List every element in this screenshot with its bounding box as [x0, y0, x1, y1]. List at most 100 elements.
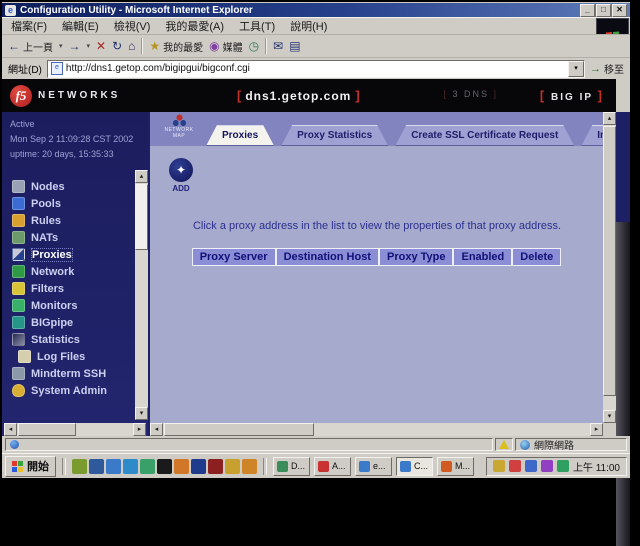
sidebar-item-network[interactable]: Network — [12, 265, 107, 278]
menu-view[interactable]: 檢視(V) — [114, 18, 151, 34]
tray-icon-1[interactable] — [493, 460, 505, 472]
quicklaunch-icon-4[interactable] — [123, 459, 138, 474]
task-button-5[interactable]: M... — [437, 457, 474, 476]
address-input[interactable] — [66, 63, 565, 74]
system-status: Active Mon Sep 2 11:09:28 CST 2002 uptim… — [10, 117, 133, 162]
tray-icon-5[interactable] — [557, 460, 569, 472]
sidebar-item-system-admin[interactable]: System Admin — [12, 384, 107, 397]
scrollbar-thumb[interactable] — [18, 423, 76, 436]
stop-button[interactable]: ✕ — [96, 40, 106, 52]
tab-proxy-statistics[interactable]: Proxy Statistics — [281, 125, 388, 146]
scroll-right-icon[interactable]: ▸ — [133, 423, 146, 436]
menu-tools[interactable]: 工具(T) — [239, 18, 275, 34]
sidebar-item-pools[interactable]: Pools — [12, 197, 107, 210]
scrollbar-thumb[interactable] — [603, 126, 616, 396]
back-icon: ← — [8, 40, 20, 52]
sidebar-vertical-scrollbar[interactable]: ▴ ▾ — [135, 170, 148, 420]
sidebar-item-nodes[interactable]: Nodes — [12, 180, 107, 193]
quick-launch — [72, 459, 257, 474]
start-button[interactable]: 開始 — [5, 456, 56, 477]
sidebar-item-monitors[interactable]: Monitors — [12, 299, 107, 312]
task-button-2[interactable]: A... — [314, 457, 351, 476]
warning-icon — [499, 440, 509, 449]
scrollbar-thumb[interactable] — [164, 423, 314, 436]
main-horizontal-scrollbar[interactable]: ◂ ▸ — [150, 423, 603, 436]
clock[interactable]: 上午 11:00 — [573, 459, 620, 474]
tray-icon-4[interactable] — [541, 460, 553, 472]
sidebar-nav: Nodes Pools Rules NATs Proxies Network F… — [12, 180, 107, 397]
ie-icon — [400, 461, 411, 472]
column-proxy-server: Proxy Server — [192, 248, 276, 266]
mail-button[interactable]: ✉ — [273, 40, 283, 52]
go-button[interactable]: → 移至 — [590, 61, 624, 76]
scroll-up-icon[interactable]: ▴ — [603, 112, 616, 125]
ie-window-icon: e — [5, 5, 16, 16]
quicklaunch-icon-7[interactable] — [174, 459, 189, 474]
quicklaunch-icon-11[interactable] — [242, 459, 257, 474]
quicklaunch-icon-10[interactable] — [225, 459, 240, 474]
quicklaunch-icon-5[interactable] — [140, 459, 155, 474]
tab-proxies[interactable]: Proxies — [206, 125, 274, 146]
task-button-1[interactable]: D... — [273, 457, 310, 476]
quicklaunch-icon-1[interactable] — [72, 459, 87, 474]
mail-icon: ✉ — [273, 40, 283, 52]
sidebar-item-mindterm-ssh[interactable]: Mindterm SSH — [12, 367, 107, 380]
back-dropdown[interactable]: ▾ — [59, 42, 63, 50]
network-map-widget[interactable]: NETWORK MAP — [158, 114, 200, 139]
task-button-3[interactable]: e... — [355, 457, 392, 476]
sidebar-item-statistics[interactable]: Statistics — [12, 333, 107, 346]
add-proxy-button[interactable]: ✦ ADD — [166, 158, 196, 193]
minimize-button[interactable]: _ — [580, 4, 595, 17]
menu-file[interactable]: 檔案(F) — [11, 18, 47, 34]
tray-icon-3[interactable] — [525, 460, 537, 472]
scroll-down-icon[interactable]: ▾ — [135, 407, 148, 420]
close-button[interactable]: ✕ — [612, 4, 627, 17]
scrollbar-thumb[interactable] — [135, 184, 148, 250]
menu-favorites[interactable]: 我的最愛(A) — [165, 18, 224, 34]
maximize-button[interactable]: □ — [596, 4, 611, 17]
forward-button[interactable]: → — [69, 40, 81, 52]
tray-icon-2[interactable] — [509, 460, 521, 472]
sidebar-horizontal-scrollbar[interactable]: ◂ ▸ — [4, 423, 146, 436]
quicklaunch-icon-3[interactable] — [106, 459, 121, 474]
browser-toolbar: ← 上一頁 ▾ → ▾ ✕ ↻ ⌂ ★ 我的最愛 ◉ 媒體 ◷ ✉ — [2, 34, 630, 57]
history-button[interactable]: ◷ — [249, 40, 259, 52]
scroll-down-icon[interactable]: ▾ — [603, 410, 616, 423]
stop-icon: ✕ — [96, 40, 106, 52]
scroll-up-icon[interactable]: ▴ — [135, 170, 148, 183]
sidebar-item-log-files[interactable]: Log Files — [12, 350, 107, 363]
sidebar-item-rules[interactable]: Rules — [12, 214, 107, 227]
menu-edit[interactable]: 編輯(E) — [62, 18, 99, 34]
back-button[interactable]: ← 上一頁 — [8, 39, 53, 54]
tab-create-ssl-certificate-request[interactable]: Create SSL Certificate Request — [395, 125, 574, 146]
menu-help[interactable]: 說明(H) — [290, 18, 327, 34]
refresh-button[interactable]: ↻ — [112, 40, 122, 52]
media-button[interactable]: ◉ 媒體 — [209, 39, 242, 54]
forward-dropdown[interactable]: ▾ — [87, 42, 91, 50]
print-button[interactable]: ▤ — [289, 40, 300, 52]
status-bar: 網際網路 — [2, 436, 630, 453]
favorites-icon: ★ — [149, 40, 160, 52]
sidebar-item-proxies[interactable]: Proxies — [12, 248, 107, 261]
nodes-icon — [12, 180, 25, 193]
sidebar-item-filters[interactable]: Filters — [12, 282, 107, 295]
quicklaunch-icon-6[interactable] — [157, 459, 172, 474]
nats-icon — [12, 231, 25, 244]
sidebar-item-nats[interactable]: NATs — [12, 231, 107, 244]
main-vertical-scrollbar[interactable]: ▴ ▾ — [603, 112, 616, 423]
favorites-button[interactable]: ★ 我的最愛 — [149, 39, 203, 54]
scroll-left-icon[interactable]: ◂ — [150, 423, 163, 436]
home-button[interactable]: ⌂ — [128, 40, 135, 52]
sidebar-item-bigpipe[interactable]: BIGpipe — [12, 316, 107, 329]
quicklaunch-icon-8[interactable] — [191, 459, 206, 474]
task-button-ie-active[interactable]: C... — [396, 457, 433, 476]
quicklaunch-icon-2[interactable] — [89, 459, 104, 474]
quicklaunch-icon-9[interactable] — [208, 459, 223, 474]
toolbar-separator — [141, 38, 143, 54]
scroll-left-icon[interactable]: ◂ — [4, 423, 17, 436]
scroll-right-icon[interactable]: ▸ — [590, 423, 603, 436]
sidebar: Active Mon Sep 2 11:09:28 CST 2002 uptim… — [2, 112, 148, 436]
address-dropdown[interactable]: ▾ — [568, 61, 584, 77]
tab-install-ssl-certificate[interactable]: Install SSL Certif — [581, 125, 603, 146]
taskbar-divider — [62, 458, 66, 475]
